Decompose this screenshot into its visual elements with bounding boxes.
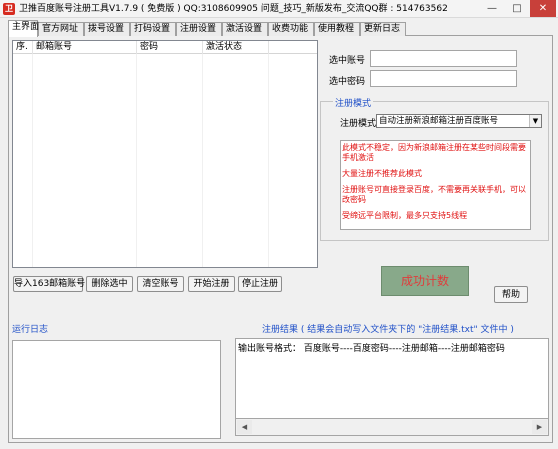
tab-tutorial[interactable]: 使用教程 — [314, 22, 360, 36]
column-header-status[interactable]: 激活状态 — [203, 41, 269, 54]
import-accounts-button[interactable]: 导入163邮箱账号 — [13, 276, 85, 292]
grid-divider — [268, 54, 269, 267]
maximize-button[interactable]: □ — [505, 0, 529, 17]
delete-selected-button[interactable]: 删除选中 — [86, 276, 133, 292]
start-register-button[interactable]: 开始注册 — [188, 276, 235, 292]
grid-divider — [136, 54, 137, 267]
tab-register-settings[interactable]: 注册设置 — [176, 22, 222, 36]
log-textarea[interactable] — [12, 340, 221, 439]
chevron-down-icon[interactable]: ▼ — [529, 115, 541, 127]
tab-paid-features[interactable]: 收费功能 — [268, 22, 314, 36]
scroll-left-icon[interactable]: ◀ — [237, 420, 252, 434]
register-mode-select[interactable]: 自动注册新浪邮箱注册百度账号 — [376, 114, 542, 128]
grid-divider — [202, 54, 203, 267]
password-label: 选中密码 — [329, 77, 366, 87]
tab-official-site[interactable]: 官方网址 — [38, 22, 84, 36]
stop-register-button[interactable]: 停止注册 — [238, 276, 282, 292]
app-icon: 卫 — [3, 3, 15, 15]
tab-dial-settings[interactable]: 拨号设置 — [84, 22, 130, 36]
clear-accounts-button[interactable]: 清空账号 — [137, 276, 184, 292]
tab-captcha-settings[interactable]: 打码设置 — [130, 22, 176, 36]
mode-note: 受缔远平台限制，最多只支持5线程 — [342, 211, 468, 220]
column-header-email[interactable]: 邮箱账号 — [33, 41, 137, 54]
success-counter: 成功计数 — [381, 266, 469, 296]
account-grid[interactable]: 序. 邮箱账号 密码 激活状态 — [12, 40, 318, 268]
help-button[interactable]: 帮助 — [494, 286, 528, 303]
results-textarea[interactable]: 输出账号格式： 百度账号----百度密码----注册邮箱----注册邮箱密码 — [235, 338, 549, 419]
window-title: 卫推百度账号注册工具V1.7.9 ( 免费版 ) QQ:3108609905 问… — [19, 4, 448, 14]
mode-notes: 此模式不稳定，因为新浪邮箱注册在某些时间段需要手机激活 大量注册不推荐此模式 注… — [340, 140, 531, 230]
results-title: 注册结果 ( 结果会自动写入文件夹下的 "注册结果.txt" 文件中 ) — [262, 325, 514, 335]
log-title: 运行日志 — [12, 325, 49, 335]
tab-changelog[interactable]: 更新日志 — [360, 22, 406, 36]
results-horizontal-scrollbar[interactable]: ◀ ▶ — [235, 419, 549, 436]
mode-note: 此模式不稳定，因为新浪邮箱注册在某些时间段需要手机激活 — [342, 143, 526, 162]
column-header-password[interactable]: 密码 — [137, 41, 203, 54]
selected-password-input[interactable] — [370, 70, 517, 87]
grid-divider — [32, 54, 33, 267]
tab-activation-settings[interactable]: 激活设置 — [222, 22, 268, 36]
tab-main[interactable]: 主界面 — [8, 20, 39, 37]
results-format-line: 输出账号格式： 百度账号----百度密码----注册邮箱----注册邮箱密码 — [238, 344, 505, 354]
tab-bar: 主界面 官方网址 拨号设置 打码设置 注册设置 激活设置 收费功能 使用教程 更… — [8, 20, 553, 37]
selected-account-input[interactable] — [370, 50, 517, 67]
mode-note: 注册账号可直接登录百度，不需要再关联手机，可以改密码 — [342, 185, 526, 204]
close-button[interactable]: ✕ — [530, 0, 556, 17]
column-header-index[interactable]: 序. — [13, 41, 33, 54]
register-mode-label: 注册模式 — [340, 119, 377, 129]
grid-header: 序. 邮箱账号 密码 激活状态 — [13, 41, 317, 54]
account-label: 选中账号 — [329, 56, 366, 66]
register-mode-group-title: 注册模式 — [333, 96, 374, 109]
minimize-button[interactable]: — — [480, 0, 504, 17]
mode-note: 大量注册不推荐此模式 — [342, 169, 422, 178]
scroll-right-icon[interactable]: ▶ — [532, 420, 547, 434]
